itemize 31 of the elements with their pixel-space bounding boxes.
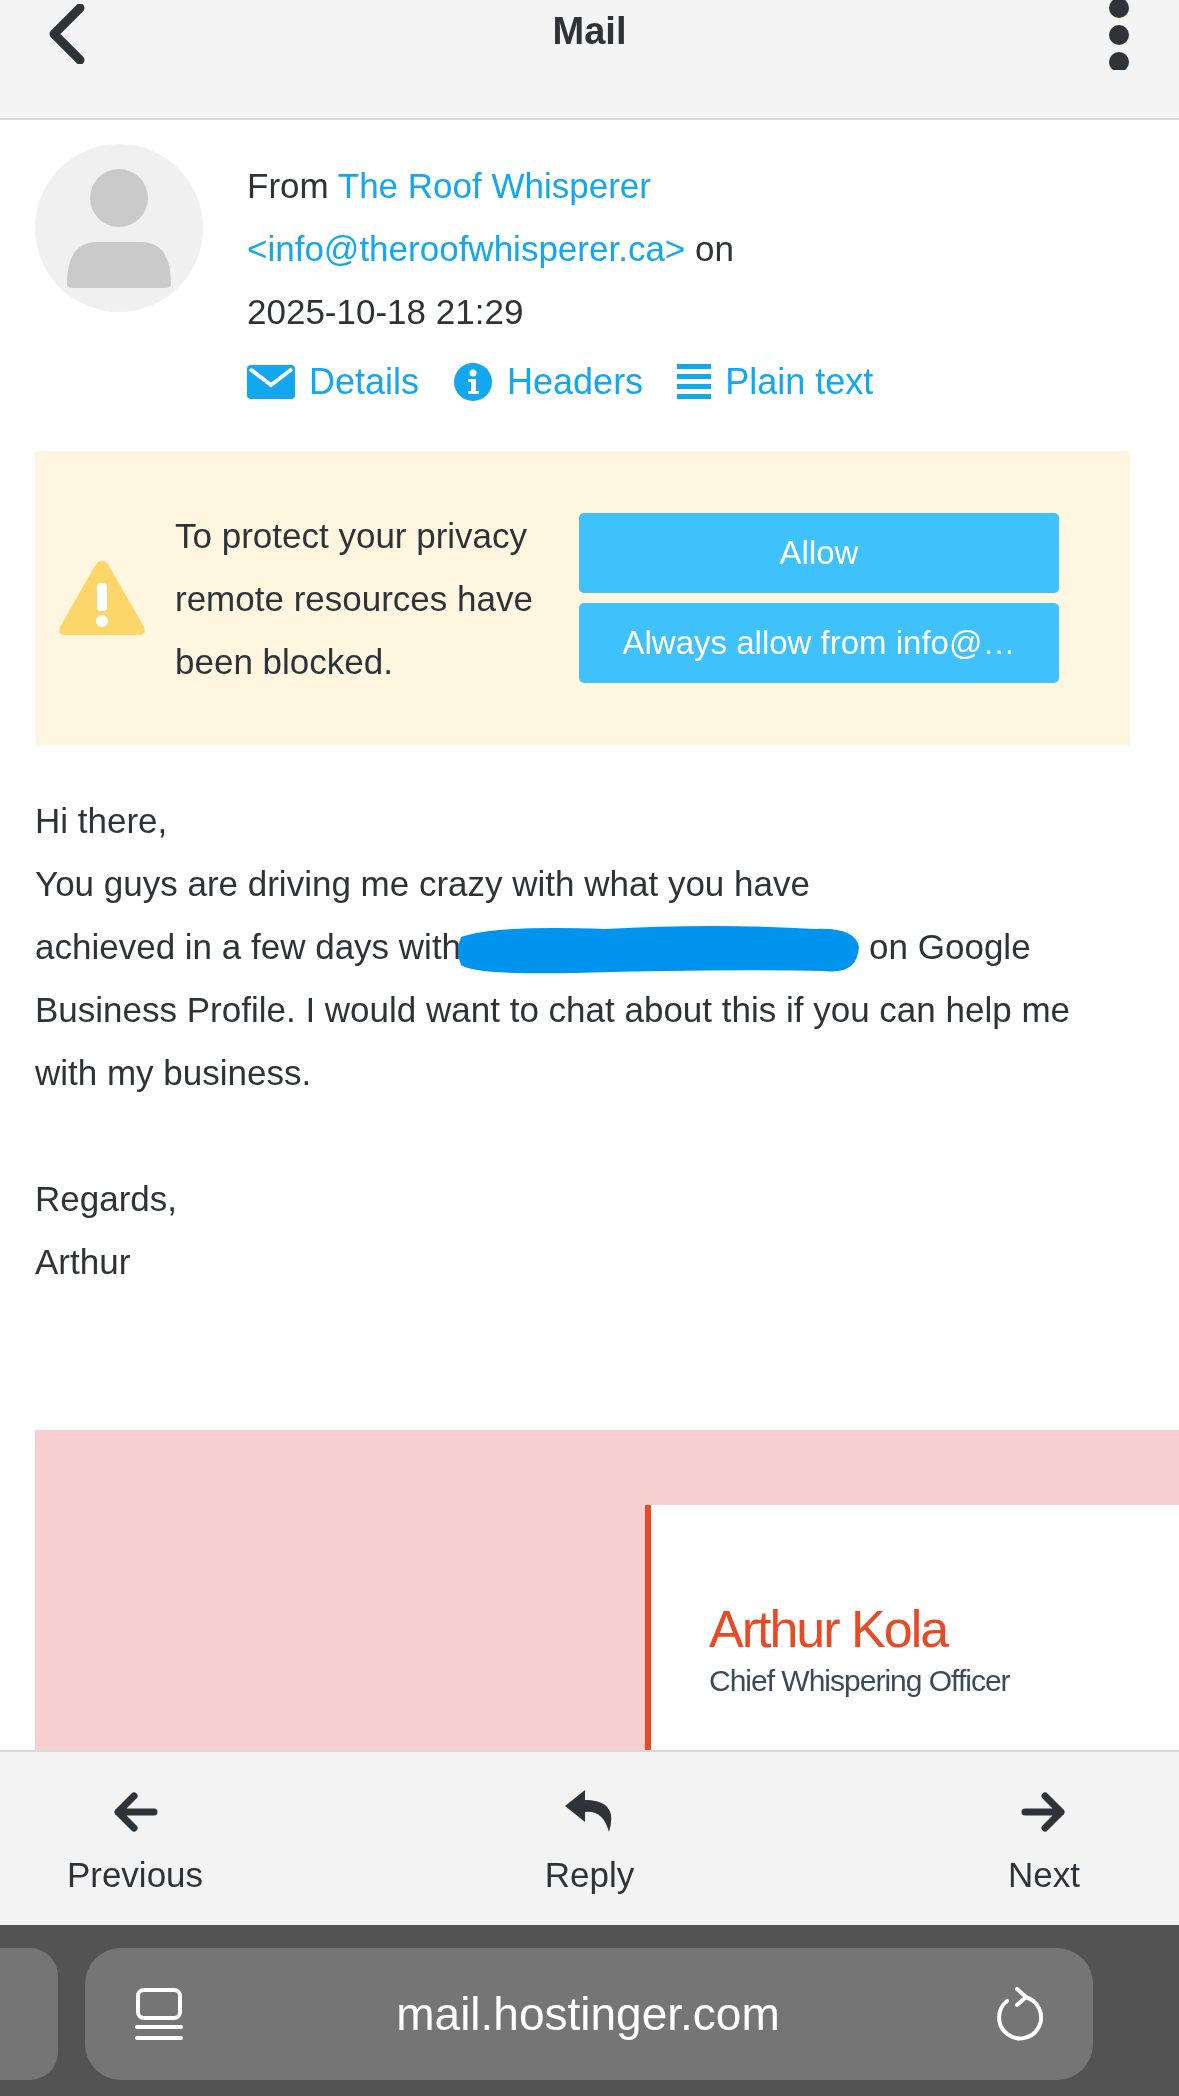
toolbar-button[interactable]: Previous [35, 1752, 235, 1925]
sender-email-link[interactable]: <info@theroofwhisperer.ca> [247, 229, 686, 268]
arrow-right-icon [1021, 1792, 1067, 1832]
toolbar-button[interactable]: Next [944, 1752, 1144, 1925]
message-view-link[interactable]: Headers [453, 357, 644, 407]
sender-info: From The Roof Whisperer <info@theroofwhisperer.ca> on 2025-10-18 21:29 [247, 165, 735, 333]
closing-text: Regards, [35, 1178, 179, 1220]
message-view-link[interactable]: Plain text [677, 357, 874, 407]
signature-title: Chief Whispering Officer [709, 1663, 1011, 1699]
sender-name-text: Arthur [35, 1241, 132, 1283]
arrow-left-icon [112, 1792, 158, 1832]
allow-button[interactable]: Always allow from info@… [579, 603, 1059, 683]
sender-name-link[interactable]: The Roof Whisperer [337, 166, 651, 205]
signature-name: Arthur Kola [709, 1601, 949, 1657]
message-text: on Google [869, 926, 1031, 968]
privacy-notice-text: To protect your privacy remote resources have been blocked. [175, 514, 534, 683]
message-view-link[interactable]: Details [247, 357, 420, 407]
page-title: Mail [552, 9, 627, 54]
allow-button[interactable]: Allow [579, 513, 1059, 593]
avatar-icon [35, 144, 203, 312]
envelope-icon [247, 365, 295, 399]
greeting-text: Hi there, [35, 800, 169, 842]
page-menu-icon[interactable] [135, 1987, 183, 2041]
message-text: achieved in a few days with [35, 926, 462, 968]
lines-icon [677, 362, 712, 402]
toolbar-button[interactable]: Reply [489, 1752, 690, 1925]
address-bar[interactable]: mail.hostinger.com [85, 1948, 1093, 2080]
message-text: You guys are driving me crazy with what you have [35, 863, 811, 905]
url-text: mail.hostinger.com [395, 1986, 781, 2042]
message-text: Business Profile. I would want to chat about this if you can help me with my business. [35, 989, 1071, 1094]
info-icon [453, 362, 494, 402]
